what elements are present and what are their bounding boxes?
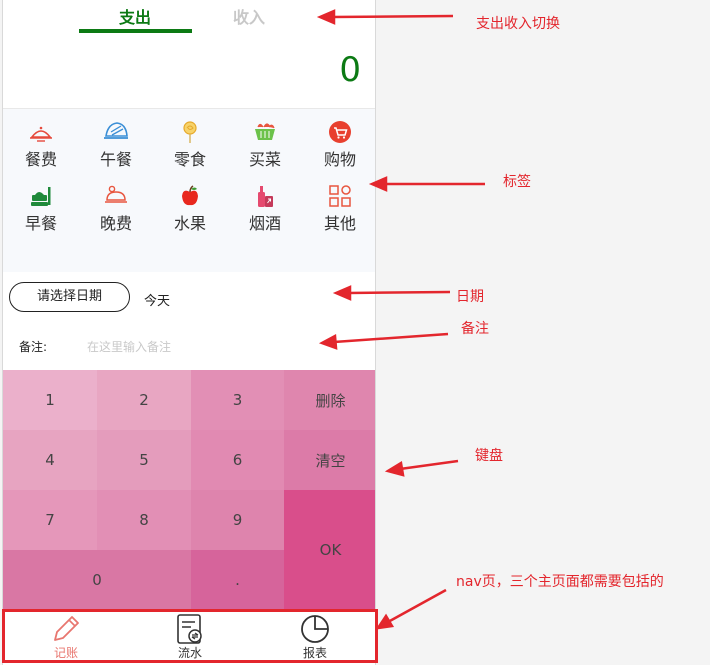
annotation-date: 日期 bbox=[456, 289, 484, 305]
annotation-arrows bbox=[316, 9, 485, 630]
annotation-toggle: 支出收入切换 bbox=[476, 16, 560, 32]
annotation-note: 备注 bbox=[461, 321, 489, 337]
annotation-tags: 标签 bbox=[503, 174, 531, 190]
annotation-nav: nav页，三个主页面都需要包括的 bbox=[456, 574, 664, 590]
annotation-keyboard: 键盘 bbox=[475, 448, 503, 464]
